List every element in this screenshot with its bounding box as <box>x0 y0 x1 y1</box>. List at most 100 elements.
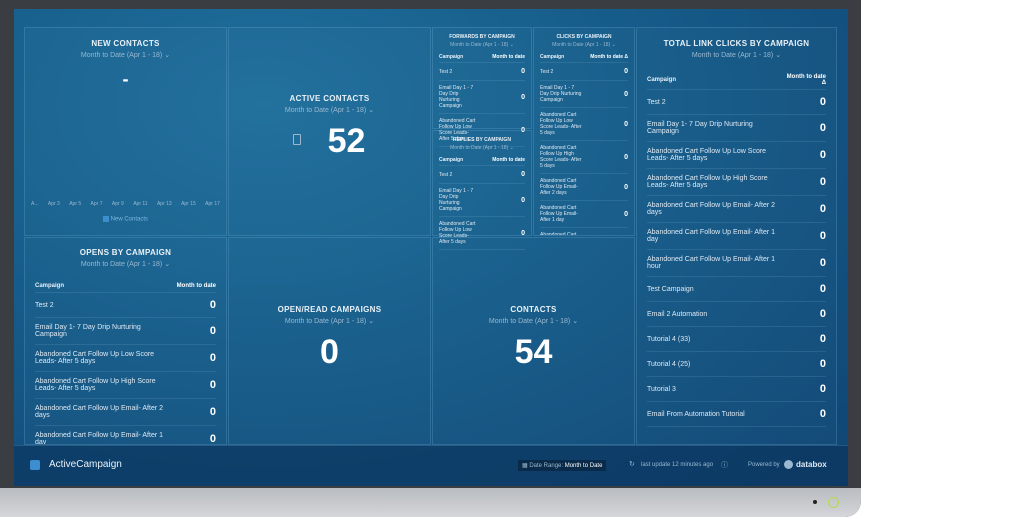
column-header-month-to-date[interactable]: Month to date Δ <box>786 74 826 86</box>
table-row: Abandoned Cart Follow Up Email- After 1 … <box>647 250 826 277</box>
chart-legend[interactable]: New Contacts <box>25 216 226 223</box>
campaign-value: 0 <box>819 257 826 269</box>
campaign-name: Abandoned Cart Follow Up Email- After 1 … <box>647 229 776 243</box>
tile-title: OPEN/READ CAMPAIGNS <box>277 305 382 314</box>
table-row: Test 2 0 <box>439 166 525 184</box>
column-header-campaign: Campaign <box>540 54 565 60</box>
date-range-selector[interactable]: ▦ Date Range: Month to Date <box>518 460 607 471</box>
chevron-down-icon: ⌄ <box>368 107 375 114</box>
period-dropdown[interactable]: Month to Date (Apr 1 - 18) ⌄ <box>439 42 525 48</box>
table-header: Campaign Month to date <box>439 155 525 166</box>
table-row: Abandoned Cart Follow Up Email- After 1 … <box>647 223 826 250</box>
table-row: Test 2 0 <box>540 63 628 81</box>
campaign-name: Abandoned Cart Follow Up Email- After 1 … <box>540 205 578 223</box>
table-row: Abandoned Cart Follow Up Email- After 1 … <box>35 426 216 444</box>
table-row: Abandoned Cart Follow Up Low Score Leads… <box>540 108 628 141</box>
period-dropdown[interactable]: Month to Date (Apr 1 - 18) ⌄ <box>35 260 216 268</box>
refresh-icon[interactable]: ↻ <box>629 460 635 468</box>
replies-table: Campaign Month to date Test 2 0 Email Day 1 … <box>439 155 525 250</box>
table-row: Abandoned Cart Follow Up Low Score Leads… <box>35 345 216 372</box>
campaign-value: 0 <box>819 203 826 215</box>
campaign-value: 0 <box>521 229 525 237</box>
table-header: Campaign Month to date Δ <box>540 52 628 63</box>
tile-title: OPENS BY CAMPAIGN <box>79 248 172 257</box>
databox-brand[interactable]: databox <box>796 460 827 469</box>
period-dropdown[interactable]: Month to Date (Apr 1 - 18) ⌄ <box>25 51 226 59</box>
total-link-clicks-table: Campaign Month to date Δ Test 2 0 Email Day … <box>647 71 826 427</box>
x-axis-tick-label: Apr 3 <box>47 201 60 207</box>
column-header-campaign: Campaign <box>35 283 65 289</box>
column-header-month-to-date[interactable]: Month to date Δ <box>588 54 628 60</box>
campaign-value: 0 <box>819 122 826 134</box>
campaign-value: 0 <box>209 352 216 364</box>
campaign-name: Test 2 <box>439 68 453 75</box>
table-row: Abandoned Cart Follow Up Email- After 1 … <box>540 201 628 228</box>
campaign-name: Email 2 Automation <box>647 310 708 318</box>
x-axis-tick-label: Apr 13 <box>156 201 172 207</box>
monitor-bezel <box>0 488 861 517</box>
forwards-by-campaign-tile: FORWARDS BY CAMPAIGN Month to Date (Apr … <box>432 27 532 147</box>
calendar-icon: ▦ <box>522 463 528 469</box>
total-link-clicks-tile: TOTAL LINK CLICKS BY CAMPAIGN Month to D… <box>636 27 837 445</box>
campaign-value: 0 <box>819 358 826 370</box>
table-row: Abandoned Cart Follow Up High Score Lead… <box>540 141 628 174</box>
info-icon[interactable]: ⓘ <box>721 460 728 470</box>
campaign-name: Abandoned Cart Follow Up High Score Lead… <box>35 378 156 392</box>
table-header: Campaign Month to date <box>35 280 216 293</box>
table-row: Abandoned Cart Follow Up Email- After 2 … <box>540 174 628 201</box>
campaign-name: Tutorial 3 <box>647 385 676 393</box>
campaign-value: 0 <box>624 68 628 75</box>
tile-title: TOTAL LINK CLICKS BY CAMPAIGN <box>663 39 810 48</box>
campaign-value: 0 <box>819 308 826 320</box>
period-dropdown[interactable]: Month to Date (Apr 1 - 18) ⌄ <box>229 106 430 114</box>
campaign-value: 0 <box>624 153 628 161</box>
campaign-name: Abandoned Cart Follow Up Email- After 2 … <box>540 178 578 196</box>
monitor-indicator-dot <box>813 500 817 504</box>
table-row: Email Day 1 - 7 Day Drip Nurturing Campa… <box>439 81 525 114</box>
campaign-name: Abandoned Cart Follow Up Email- After 1 … <box>540 232 577 236</box>
campaign-value: 0 <box>521 93 525 101</box>
active-contacts-tile: ACTIVE CONTACTS Month to Date (Apr 1 - 1… <box>228 27 431 236</box>
period-dropdown[interactable]: Month to Date (Apr 1 - 18) ⌄ <box>433 317 634 325</box>
table-row: Abandoned Cart Follow Up High Score Lead… <box>35 372 216 399</box>
campaign-value: 0 <box>521 68 525 75</box>
campaign-value: 0 <box>819 230 826 242</box>
column-header-month-to-date[interactable]: Month to date <box>485 157 525 163</box>
tile-title: NEW CONTACTS <box>91 39 160 48</box>
x-axis-tick-label: A... <box>31 201 39 207</box>
table-row: Test 2 0 <box>647 90 826 115</box>
campaign-name: Test 2 <box>647 98 666 106</box>
chevron-down-icon: ⌄ <box>164 261 171 268</box>
table-row: Tutorial 4 (33) 0 <box>647 327 826 352</box>
opens-table: Campaign Month to date Test 2 0 Email Day 1-… <box>35 280 216 444</box>
table-row: Abandoned Cart Follow Up Low Score Leads… <box>647 142 826 169</box>
power-button[interactable] <box>828 497 839 508</box>
replies-by-campaign-tile: REPLIES BY CAMPAIGN Month to Date (Apr 1… <box>432 130 532 250</box>
table-row: Test 2 0 <box>439 63 525 81</box>
campaign-name: Abandoned Cart Follow Up Low Score Leads… <box>35 351 155 365</box>
column-header-month-to-date[interactable]: Month to date <box>176 283 216 289</box>
legend-label: New Contacts <box>110 216 149 223</box>
campaign-value: 0 <box>819 96 826 108</box>
column-header-month-to-date[interactable]: Month to date <box>485 54 525 60</box>
campaign-name: Test 2 <box>35 301 54 309</box>
chart-x-axis: A... Apr 3 Apr 5 Apr 7 Apr 9 Apr 11 Apr 13 Apr … <box>31 201 220 207</box>
period-dropdown[interactable]: Month to Date (Apr 1 - 18) ⌄ <box>647 51 826 59</box>
contacts-tile: CONTACTS Month to Date (Apr 1 - 18) ⌄ 54 <box>432 237 635 445</box>
campaign-value: 0 <box>819 333 826 345</box>
chevron-down-icon: ⌄ <box>368 318 375 325</box>
table-header: Campaign Month to date Δ <box>647 71 826 90</box>
campaign-value: 0 <box>209 379 216 391</box>
table-row: Test 2 0 <box>35 293 216 318</box>
period-dropdown[interactable]: Month to Date (Apr 1 - 18) ⌄ <box>439 145 525 151</box>
period-label: Month to Date (Apr 1 - 18) <box>488 318 571 325</box>
campaign-name: Email Day 1 - 7 Day Drip Nurturing Campa… <box>439 85 474 109</box>
campaign-value: 0 <box>624 90 628 98</box>
x-axis-tick-label: Apr 15 <box>181 201 196 207</box>
period-dropdown[interactable]: Month to Date (Apr 1 - 18) ⌄ <box>229 317 430 325</box>
tile-title: ACTIVE CONTACTS <box>289 94 370 103</box>
period-label: Month to Date (Apr 1 - 18) <box>80 261 163 268</box>
period-dropdown[interactable]: Month to Date (Apr 1 - 18) ⌄ <box>540 42 628 48</box>
campaign-value: 0 <box>209 406 216 418</box>
column-header-campaign: Campaign <box>439 54 464 60</box>
